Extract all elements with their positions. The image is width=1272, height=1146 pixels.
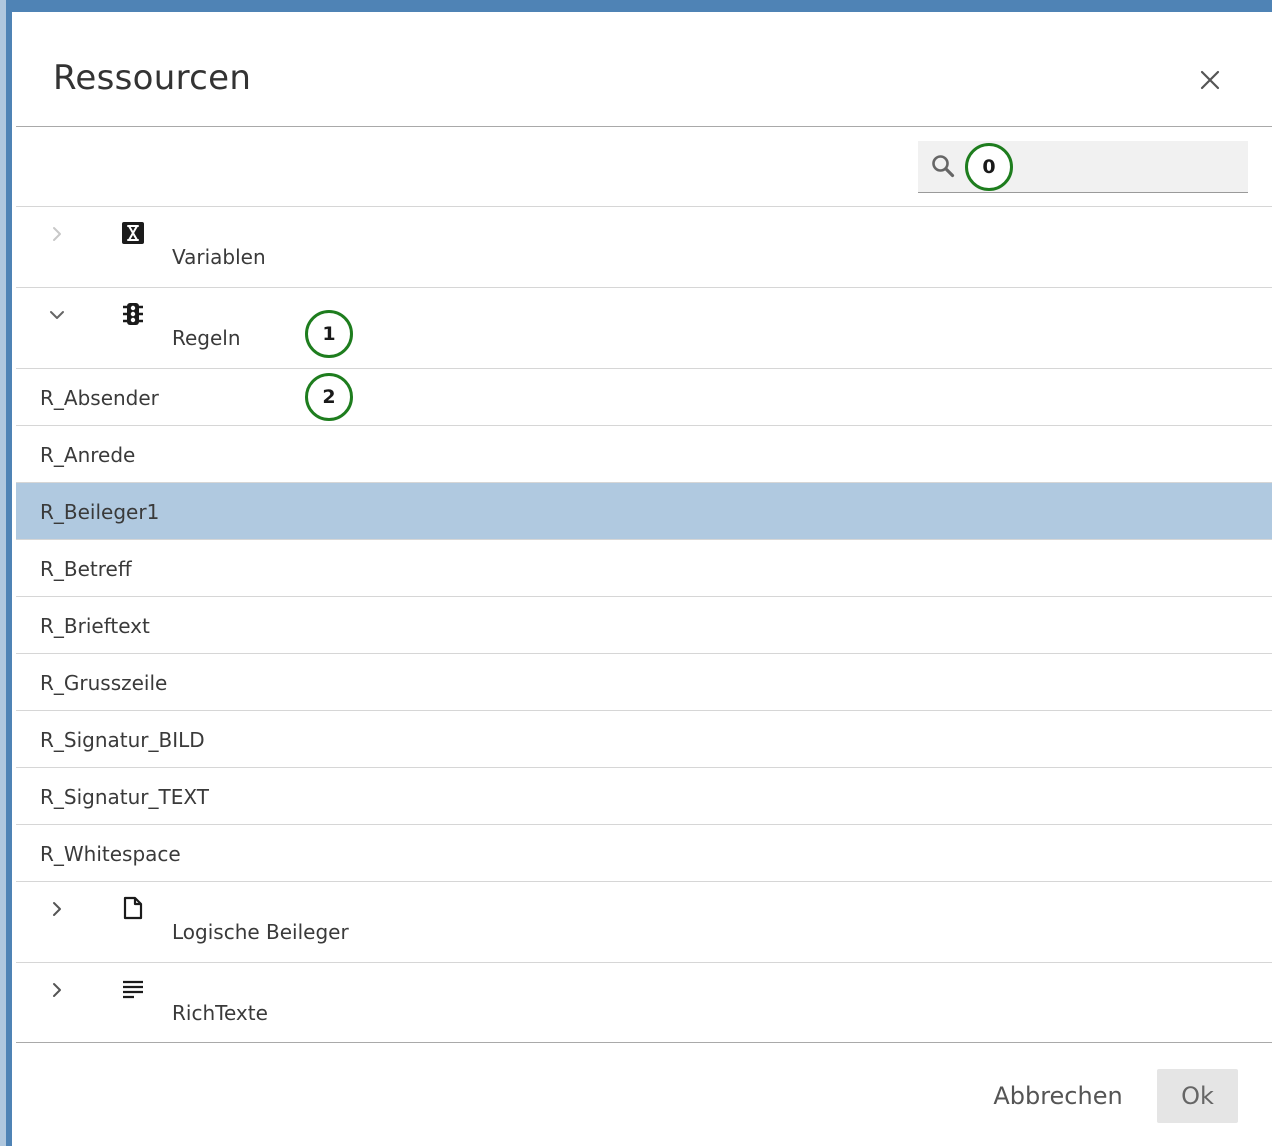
chevron-down-icon[interactable] (46, 304, 68, 326)
variable-icon (122, 222, 144, 244)
tree-group-label: Regeln (172, 326, 241, 350)
chevron-right-icon[interactable] (46, 898, 68, 920)
text-lines-icon (123, 980, 143, 999)
search-toolbar: 0 (16, 127, 1272, 207)
annotation-marker-2: 2 (305, 373, 353, 421)
tree-item-r-grusszeile[interactable]: R_Grusszeile (16, 654, 1272, 711)
dialog-title: Ressourcen (53, 58, 252, 98)
tree-group-regeln[interactable]: Regeln 1 (16, 288, 1272, 369)
tree-item-r-anrede[interactable]: R_Anrede (16, 426, 1272, 483)
tree-item-r-signatur-bild[interactable]: R_Signatur_BILD (16, 711, 1272, 768)
tree-group-label: Variablen (172, 245, 266, 269)
tree-item-label: R_Brieftext (40, 614, 150, 638)
tree-item-label: R_Signatur_BILD (40, 728, 205, 752)
document-icon (123, 896, 143, 920)
traffic-light-icon (123, 303, 143, 325)
tree-item-r-beileger1[interactable]: R_Beileger1 (16, 483, 1272, 540)
tree-item-label: R_Whitespace (40, 842, 181, 866)
tree-item-r-whitespace[interactable]: R_Whitespace (16, 825, 1272, 882)
close-icon (1200, 70, 1220, 90)
tree-item-label: R_Signatur_TEXT (40, 785, 209, 809)
tree-item-label: R_Betreff (40, 557, 132, 581)
tree-group-label: RichTexte (172, 1001, 268, 1025)
annotation-marker-1: 1 (305, 310, 353, 358)
tree-group-label: Logische Beileger (172, 920, 349, 944)
tree-group-logische-beileger[interactable]: Logische Beileger (16, 882, 1272, 963)
dialog-header: Ressourcen (16, 18, 1272, 127)
annotation-marker-0: 0 (965, 143, 1013, 191)
cancel-button[interactable]: Abbrechen (984, 1069, 1132, 1123)
search-box[interactable]: 0 (918, 141, 1248, 193)
backdrop-strip (0, 0, 6, 1146)
chevron-right-icon[interactable] (46, 223, 68, 245)
tree-item-r-brieftext[interactable]: R_Brieftext (16, 597, 1272, 654)
tree-item-label: R_Beileger1 (40, 500, 160, 524)
search-input[interactable] (1018, 149, 1238, 185)
search-icon[interactable] (930, 153, 956, 179)
tree-item-label: R_Anrede (40, 443, 136, 467)
resources-dialog: Ressourcen 0 Variablen Regeln 1 R_Absend… (16, 18, 1272, 1146)
tree-item-label: R_Grusszeile (40, 671, 168, 695)
close-button[interactable] (1196, 66, 1224, 94)
backdrop-top (0, 0, 1272, 12)
tree-item-r-signatur-text[interactable]: R_Signatur_TEXT (16, 768, 1272, 825)
tree-item-r-betreff[interactable]: R_Betreff (16, 540, 1272, 597)
tree-item-r-absender[interactable]: R_Absender 2 (16, 369, 1272, 426)
dialog-footer: Abbrechen Ok (16, 1042, 1272, 1146)
tree-item-label: R_Absender (40, 386, 159, 410)
tree-group-variablen[interactable]: Variablen (16, 207, 1272, 288)
resource-tree: Variablen Regeln 1 R_Absender 2 R_Anrede (16, 207, 1272, 1044)
chevron-right-icon[interactable] (46, 979, 68, 1001)
tree-group-richtexte[interactable]: RichTexte (16, 963, 1272, 1044)
ok-button[interactable]: Ok (1157, 1069, 1238, 1123)
